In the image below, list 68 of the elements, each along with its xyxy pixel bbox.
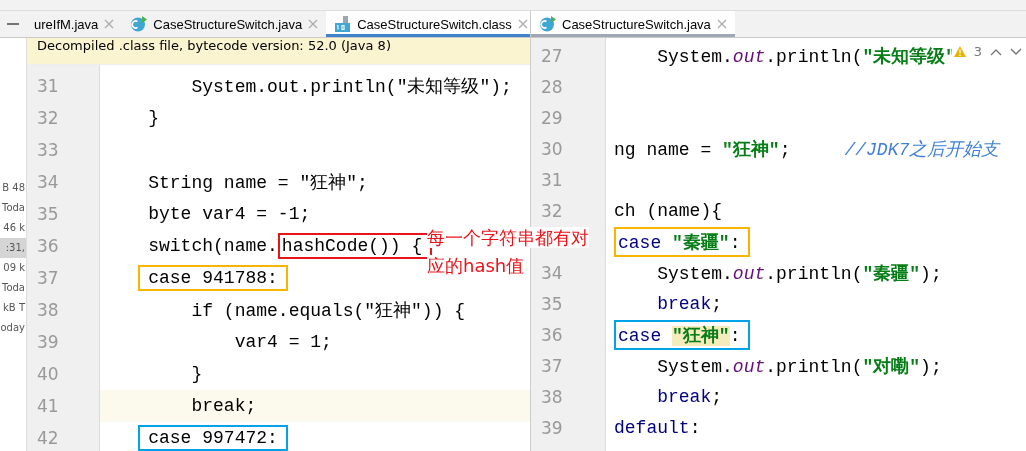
file-list-item[interactable]: 09 k xyxy=(0,258,26,278)
line-number: 35 xyxy=(541,293,563,314)
line-number: 32 xyxy=(541,200,563,221)
code-text: break; xyxy=(191,396,257,416)
code-text: System.out.println("对嘞"); xyxy=(657,355,942,378)
decompiled-notice: Decompiled .class file, bytecode version: 52.0 (Java 8) xyxy=(37,38,391,53)
code-text: default: xyxy=(614,417,701,438)
file-list-item[interactable]: oday xyxy=(0,318,26,338)
line-number: 39 xyxy=(37,332,59,352)
line-number: 37 xyxy=(37,268,59,288)
file-list-item[interactable]: 46 k xyxy=(0,218,26,238)
line-number: 28 xyxy=(541,76,563,97)
code-text: } xyxy=(148,108,160,128)
file-list-item[interactable]: Toda xyxy=(0,278,26,298)
editor-tab[interactable]: CaseStructureSwitch.java xyxy=(122,11,327,37)
line-number: 30 xyxy=(541,138,563,159)
editor-tab[interactable]: CaseStructureSwitch.class xyxy=(326,11,530,37)
line-number: 37 xyxy=(541,355,563,376)
chevron-down-icon[interactable] xyxy=(1010,47,1022,56)
line-number: 31 xyxy=(541,169,563,190)
code-text: System.out.println("秦疆"); xyxy=(657,262,942,285)
close-icon[interactable] xyxy=(517,19,528,29)
code-text: var4 = 1; xyxy=(234,332,332,352)
annotation-frame: case "秦疆": xyxy=(614,226,751,257)
line-number: 33 xyxy=(37,140,59,160)
editor-tab[interactable]: ureIfM.java xyxy=(26,11,123,37)
line-number: 36 xyxy=(541,324,563,345)
line-number: 38 xyxy=(37,300,59,320)
code-text: break; xyxy=(657,293,723,314)
line-number: 39 xyxy=(541,417,563,438)
code-text: System.out.println("未知等级"); xyxy=(191,76,512,98)
java-class-icon xyxy=(539,16,556,32)
warning-count[interactable]: 3 xyxy=(973,44,982,59)
line-number: 32 xyxy=(37,108,59,128)
chevron-up-icon[interactable] xyxy=(990,47,1002,56)
close-icon[interactable] xyxy=(308,19,319,29)
code-text: break; xyxy=(657,386,723,407)
line-number: 38 xyxy=(541,386,563,407)
close-icon[interactable] xyxy=(104,19,115,29)
annotation-frame: case 997472: xyxy=(138,425,288,451)
code-text: if (name.equals("狂神")) { xyxy=(191,300,466,322)
code-text: String name = "狂神"; xyxy=(148,172,368,194)
close-icon[interactable] xyxy=(716,19,727,29)
annotation-frame: case 941788: xyxy=(138,265,288,291)
file-list-item[interactable]: kB T xyxy=(0,298,26,318)
line-number: 41 xyxy=(37,396,59,416)
annotation-frame: case "狂神": xyxy=(614,319,751,350)
code-text: ch (name){ xyxy=(614,200,723,221)
file-list-item[interactable]: Toda xyxy=(0,198,26,218)
line-number: 36 xyxy=(37,236,59,256)
code-text: switch(name. xyxy=(148,236,278,256)
file-list-item[interactable]: :31, xyxy=(0,238,26,258)
file-list-item[interactable]: B 48 xyxy=(0,178,26,198)
line-number: 34 xyxy=(37,172,59,192)
code-text: byte var4 = -1; xyxy=(148,204,311,224)
line-number: 27 xyxy=(541,45,563,66)
warning-icon[interactable] xyxy=(953,46,966,57)
line-number: 29 xyxy=(541,107,563,128)
binary-file-icon xyxy=(334,16,352,32)
line-number: 42 xyxy=(37,428,59,448)
code-text: ng name = "狂神"; //JDK7之后开始支 xyxy=(614,138,1000,161)
java-class-icon xyxy=(130,16,148,32)
line-number: 34 xyxy=(541,262,563,283)
line-number: 31 xyxy=(37,76,59,96)
line-number: 40 xyxy=(37,364,59,384)
code-text: } xyxy=(191,364,203,384)
editor-tab[interactable]: CaseStructureSwitch.java xyxy=(531,11,735,37)
line-number: 35 xyxy=(37,204,59,224)
